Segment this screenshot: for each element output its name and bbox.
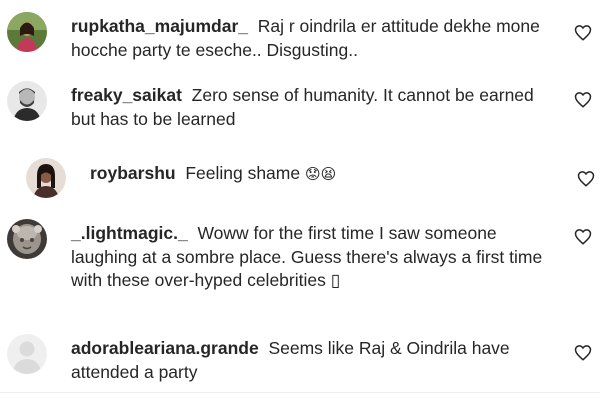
avatar[interactable] [7, 12, 47, 52]
comment-item: freaky_saikat Zero sense of humanity. It… [0, 80, 600, 150]
comment-item: rupkatha_majumdar_ Raj r oindrila er att… [0, 0, 600, 80]
heart-outline-icon[interactable] [574, 228, 592, 246]
heart-outline-icon[interactable] [574, 344, 592, 362]
comment-item: _.lightmagic._ Woww for the first time I… [0, 210, 600, 320]
default-avatar[interactable] [7, 334, 47, 374]
emoji: 😟😫 [304, 166, 337, 183]
comment-item: adorableariana.grande Seems like Raj & O… [0, 320, 600, 392]
avatar[interactable] [26, 158, 66, 198]
comment-body: Feeling shame [185, 163, 301, 183]
heart-outline-icon[interactable] [574, 24, 592, 42]
comment-text: _.lightmagic._ Woww for the first time I… [71, 222, 561, 293]
comment-item: roybarshu Feeling shame 😟😫 [0, 150, 600, 210]
comment-text: adorableariana.grande Seems like Raj & O… [71, 337, 561, 384]
avatar[interactable] [7, 81, 47, 121]
comment-text: rupkatha_majumdar_ Raj r oindrila er att… [71, 15, 561, 62]
comment-text: roybarshu Feeling shame 😟😫 [90, 162, 560, 187]
comment-username[interactable]: freaky_saikat [71, 85, 182, 105]
heart-outline-icon[interactable] [577, 170, 595, 188]
comment-username[interactable]: roybarshu [90, 163, 176, 183]
comment-username[interactable]: rupkatha_majumdar_ [71, 16, 248, 36]
comment-list: rupkatha_majumdar_ Raj r oindrila er att… [0, 0, 600, 400]
emoji: ▯ [330, 270, 341, 290]
comment-username[interactable]: adorableariana.grande [71, 338, 259, 358]
comment-text: freaky_saikat Zero sense of humanity. It… [71, 84, 561, 131]
divider [0, 392, 600, 393]
comment-username[interactable]: _.lightmagic._ [71, 223, 188, 243]
avatar[interactable] [7, 219, 47, 259]
heart-outline-icon[interactable] [574, 91, 592, 109]
